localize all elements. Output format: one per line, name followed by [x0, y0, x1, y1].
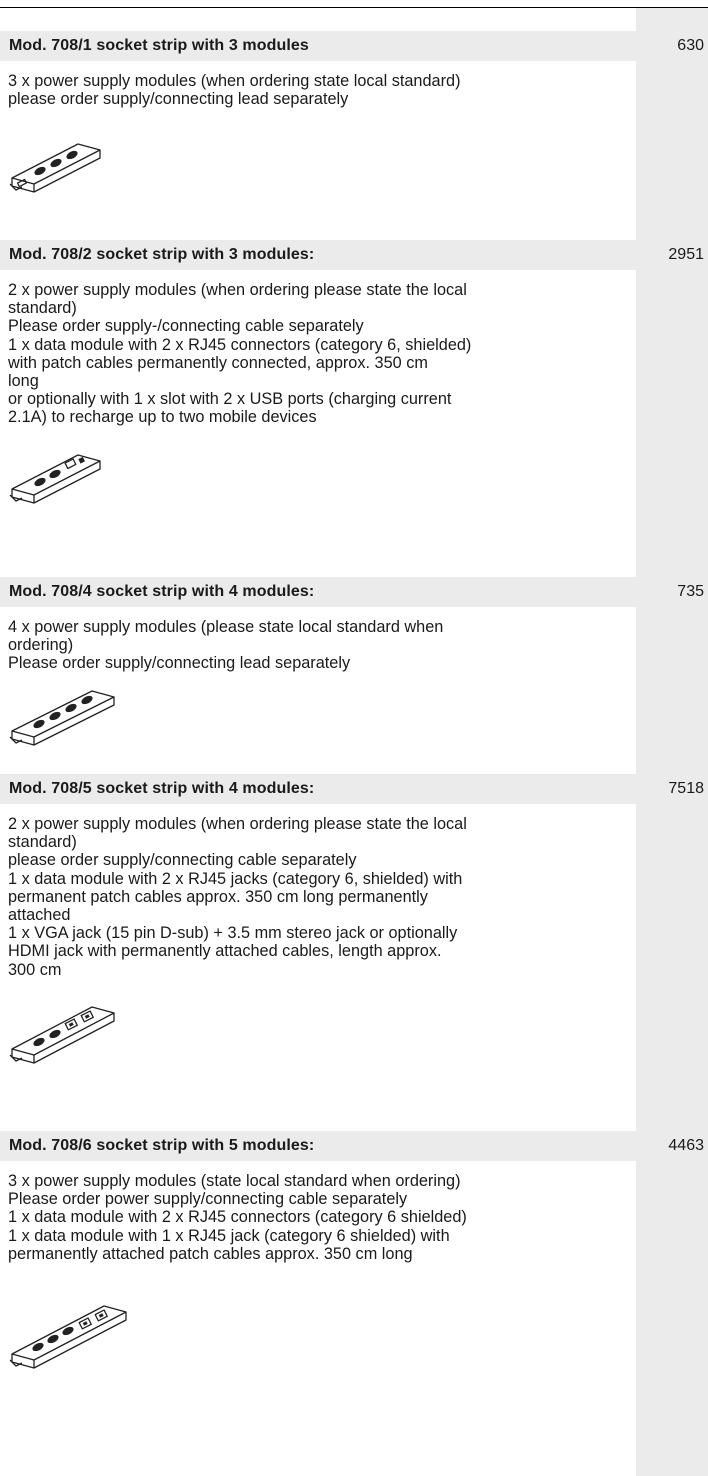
top-rule	[0, 7, 708, 8]
product-description: 4 x power supply modules (please state l…	[8, 618, 632, 673]
product-description: 3 x power supply modules (state local st…	[8, 1172, 632, 1263]
product-header: Mod. 708/4 socket strip with 4 modules: …	[0, 577, 708, 607]
product-header: Mod. 708/2 socket strip with 3 modules: …	[0, 240, 708, 270]
description-line: please order supply/connecting lead sepa…	[8, 90, 349, 109]
description-line: Please order supply-/connecting cable se…	[8, 317, 364, 336]
description-line: please order supply/connecting cable sep…	[8, 851, 357, 870]
description-line: permanent patch cables approx. 350 cm lo…	[8, 887, 428, 906]
description-line: ordering)	[8, 636, 74, 655]
product-price: 2951	[668, 246, 704, 263]
description-line: 4 x power supply modules (please state l…	[8, 618, 444, 636]
description-line: 1 x data module with 2 x RJ45 connectors…	[8, 1208, 467, 1227]
product-description: 2 x power supply modules (when ordering …	[8, 281, 632, 427]
description-line: 1 x data module with 2 x RJ45 connectors…	[8, 335, 472, 354]
description-line: 3 x power supply modules (state local st…	[8, 1172, 461, 1190]
product-description: 3 x power supply modules (when ordering …	[8, 72, 632, 108]
product-price: 630	[677, 37, 704, 54]
product-section-708-5: Mod. 708/5 socket strip with 4 modules: …	[0, 774, 708, 1108]
product-title: Mod. 708/2 socket strip with 3 modules:	[9, 246, 315, 263]
product-title: Mod. 708/5 socket strip with 4 modules:	[9, 780, 315, 797]
description-line: 1 x VGA jack (15 pin D-sub) + 3.5 mm ste…	[8, 924, 458, 943]
description-line: attached	[8, 906, 71, 925]
description-line: long	[8, 372, 39, 391]
product-section-708-1: Mod. 708/1 socket strip with 3 modules 6…	[0, 31, 708, 211]
product-header: Mod. 708/6 socket strip with 5 modules: …	[0, 1131, 708, 1161]
description-line: Please order power supply/connecting cab…	[8, 1190, 408, 1209]
description-line: standard)	[8, 299, 77, 318]
socket-strip-3-power-icon	[8, 134, 108, 194]
product-title: Mod. 708/1 socket strip with 3 modules	[9, 37, 309, 54]
product-title: Mod. 708/4 socket strip with 4 modules:	[9, 583, 315, 600]
socket-strip-3-power-2-data-icon	[8, 1298, 132, 1374]
socket-strip-2-power-1-data-icon	[8, 443, 108, 505]
description-line: Please order supply/connecting lead sepa…	[8, 654, 351, 673]
description-line: 1 x data module with 2 x RJ45 jacks (cat…	[8, 869, 463, 888]
description-line: permanently attached patch cables approx…	[8, 1244, 413, 1263]
socket-strip-4-power-icon	[8, 683, 120, 749]
description-line: 1 x data module with 1 x RJ45 jack (cate…	[8, 1226, 450, 1245]
socket-strip-2-power-2-data-icon	[8, 997, 120, 1069]
product-price: 7518	[668, 780, 704, 797]
description-line: or optionally with 1 x slot with 2 x USB…	[8, 390, 452, 409]
description-line: 2.1A) to recharge up to two mobile devic…	[8, 408, 317, 427]
description-line: 2 x power supply modules (when ordering …	[8, 281, 467, 299]
product-title: Mod. 708/6 socket strip with 5 modules:	[9, 1137, 315, 1154]
product-section-708-2: Mod. 708/2 socket strip with 3 modules: …	[0, 240, 708, 552]
product-description: 2 x power supply modules (when ordering …	[8, 815, 632, 979]
product-price: 735	[677, 583, 704, 600]
product-section-708-6: Mod. 708/6 socket strip with 5 modules: …	[0, 1131, 708, 1476]
product-header: Mod. 708/1 socket strip with 3 modules 6…	[0, 31, 708, 61]
product-section-708-4: Mod. 708/4 socket strip with 4 modules: …	[0, 577, 708, 757]
product-price: 4463	[668, 1137, 704, 1154]
description-line: 2 x power supply modules (when ordering …	[8, 815, 467, 833]
description-line: HDMI jack with permanently attached cabl…	[8, 942, 442, 961]
description-line: 3 x power supply modules (when ordering …	[8, 72, 461, 90]
description-line: standard)	[8, 833, 77, 852]
description-line: 300 cm	[8, 960, 62, 979]
description-line: with patch cables permanently connected,…	[8, 353, 428, 372]
product-header: Mod. 708/5 socket strip with 4 modules: …	[0, 774, 708, 804]
